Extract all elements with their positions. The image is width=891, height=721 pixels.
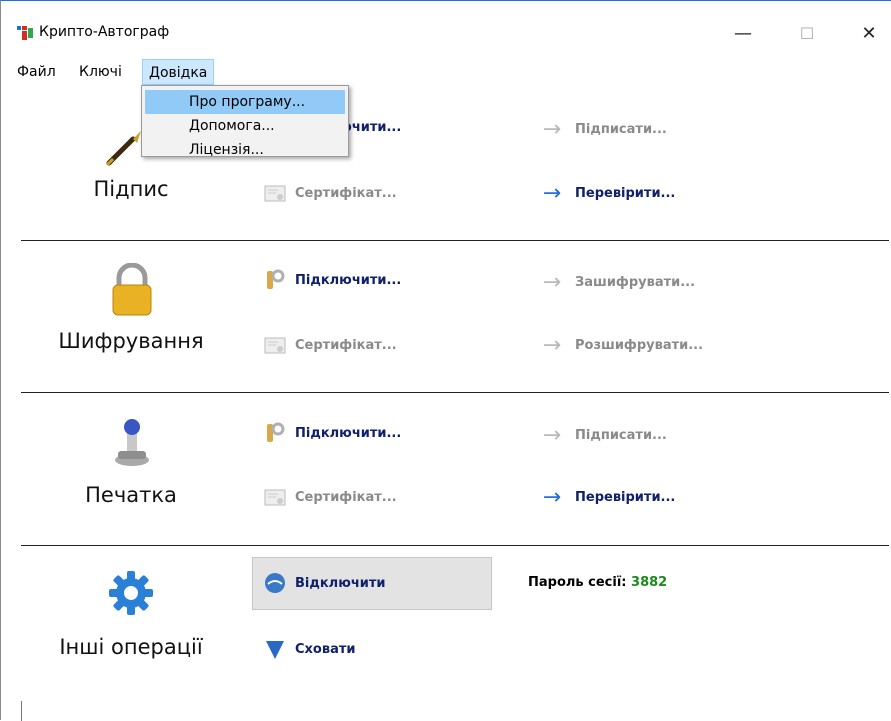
left-border-mark [21, 701, 22, 721]
decrypt-label: Розшифрувати... [575, 337, 704, 353]
arrow-right-icon: → [542, 116, 562, 142]
section-divider [21, 240, 889, 241]
session-password-label: Пароль сесії: [528, 575, 627, 590]
stamp-sign-button[interactable]: → Підписати... [537, 422, 667, 448]
certificate-icon [264, 185, 286, 202]
arrow-right-icon: → [542, 422, 562, 448]
gear-icon [109, 571, 153, 615]
signature-verify-button[interactable]: → Перевірити... [537, 180, 676, 206]
app-logo-icon [17, 26, 33, 40]
menu-help[interactable]: Довідка [142, 59, 215, 85]
hide-label: Сховати [295, 641, 356, 657]
signature-sign-button[interactable]: → Підписати... [537, 116, 667, 142]
encryption-connect-button[interactable]: Підключити... [263, 268, 401, 292]
stamp-connect-button[interactable]: Підключити... [263, 421, 401, 445]
maximize-button[interactable]: ☐ [785, 17, 829, 49]
encrypt-button[interactable]: → Зашифрувати... [537, 269, 696, 295]
section-title-other: Інші операції [59, 635, 203, 659]
stamp-sign-label: Підписати... [575, 427, 667, 443]
padlock-icon [112, 263, 152, 316]
close-button[interactable]: ✕ [847, 17, 891, 49]
disconnect-button-content[interactable]: Відключити [263, 571, 386, 595]
arrow-right-icon: → [542, 332, 562, 358]
certificate-icon [264, 489, 286, 506]
triangle-down-icon [266, 641, 284, 659]
disconnect-globe-icon [265, 573, 285, 593]
stamp-verify-button[interactable]: → Перевірити... [537, 484, 676, 510]
menu-file[interactable]: Файл [11, 59, 62, 85]
stamp-certificate-button[interactable]: Сертифікат... [263, 485, 397, 509]
signature-sign-label: Підписати... [575, 121, 667, 137]
key-icon [267, 422, 285, 442]
menu-item-license[interactable]: Ліцензія... [145, 138, 345, 162]
menu-item-about[interactable]: Про програму... [145, 90, 345, 114]
menu-keys[interactable]: Ключі [73, 59, 128, 85]
signature-certificate-label: Сертифікат... [295, 185, 397, 201]
arrow-right-icon: → [542, 269, 562, 295]
section-title-stamp: Печатка [85, 483, 177, 507]
session-password-value: 3882 [631, 575, 668, 590]
stamp-connect-label: Підключити... [295, 425, 402, 441]
decrypt-button[interactable]: → Розшифрувати... [537, 332, 704, 358]
stamp-icon [115, 419, 149, 466]
section-title-signature: Підпис [93, 177, 169, 201]
encryption-certificate-label: Сертифікат... [295, 337, 397, 353]
signature-certificate-button[interactable]: Сертифікат... [263, 181, 397, 205]
title-bar: Крипто-Автограф — ☐ ✕ [1, 1, 891, 57]
encryption-certificate-button[interactable]: Сертифікат... [263, 333, 397, 357]
fountain-pen-icon [105, 131, 141, 167]
arrow-right-icon: → [542, 180, 562, 206]
session-password: Пароль сесії: 3882 [528, 575, 667, 590]
signature-verify-label: Перевірити... [575, 185, 676, 201]
help-menu-dropdown: Про програму... Допомога... Ліцензія... [141, 85, 349, 158]
app-window: Крипто-Автограф — ☐ ✕ Файл Ключі Довідка… [0, 0, 891, 721]
hide-button[interactable]: Сховати [263, 637, 356, 661]
certificate-icon [264, 337, 286, 354]
encrypt-label: Зашифрувати... [575, 274, 696, 290]
encryption-connect-label: Підключити... [295, 272, 402, 288]
menu-item-help[interactable]: Допомога... [145, 114, 345, 138]
window-title: Крипто-Автограф [39, 24, 170, 40]
disconnect-label: Відключити [295, 575, 386, 591]
arrow-right-icon: → [542, 484, 562, 510]
key-icon [267, 269, 285, 289]
minimize-button[interactable]: — [721, 17, 765, 49]
menu-bar: Файл Ключі Довідка [1, 59, 891, 85]
section-divider [21, 545, 889, 546]
section-divider [21, 392, 889, 393]
section-title-encryption: Шифрування [58, 329, 204, 353]
stamp-verify-label: Перевірити... [575, 489, 676, 505]
stamp-certificate-label: Сертифікат... [295, 489, 397, 505]
